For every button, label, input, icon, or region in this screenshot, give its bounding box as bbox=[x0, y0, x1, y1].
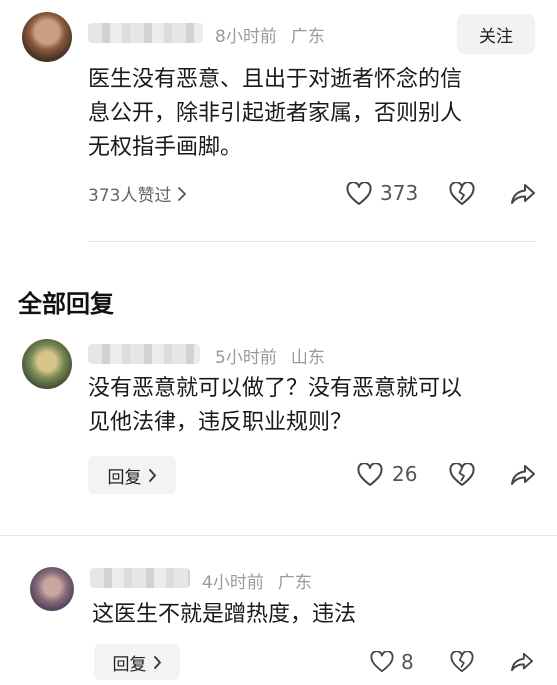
comment-line: 息公开，除非引起逝者家属，否则别人 bbox=[88, 101, 463, 126]
comment-line: 没有恶意就可以做了？没有恶意就可以 bbox=[88, 376, 463, 401]
reply-button[interactable]: 回复 bbox=[94, 644, 180, 680]
reply-label: 回复 bbox=[107, 467, 142, 488]
comment-text: 没有恶意就可以做了？没有恶意就可以 见他法律，违反职业规则？ bbox=[88, 372, 538, 440]
follow-label: 关注 bbox=[479, 26, 513, 47]
comment-text: 这医生不就是蹭热度，违法 bbox=[92, 598, 532, 632]
username-blurred[interactable] bbox=[88, 344, 200, 364]
comment-meta: 8小时前 广东 bbox=[215, 22, 325, 47]
likes-summary: 373人赞过 bbox=[88, 186, 172, 206]
comment-location: 广东 bbox=[277, 573, 312, 593]
heart-icon[interactable] bbox=[346, 182, 372, 206]
divider bbox=[88, 241, 535, 242]
chevron-right-icon bbox=[177, 186, 187, 201]
comment-meta: 5小时前 山东 bbox=[215, 343, 325, 368]
like-count: 373 bbox=[380, 181, 419, 205]
avatar[interactable] bbox=[30, 567, 74, 611]
comment-time: 8小时前 bbox=[215, 27, 277, 47]
heart-icon[interactable] bbox=[370, 651, 394, 673]
comment-line: 无权指手画脚。 bbox=[88, 135, 243, 160]
avatar[interactable] bbox=[22, 339, 72, 389]
replies-header: 全部回复 bbox=[18, 290, 114, 318]
like-count: 8 bbox=[401, 650, 414, 674]
comment-location: 广东 bbox=[290, 27, 325, 47]
username-blurred[interactable] bbox=[88, 23, 203, 43]
avatar[interactable] bbox=[22, 12, 72, 62]
like-count: 26 bbox=[392, 462, 418, 486]
broken-heart-icon[interactable] bbox=[449, 182, 475, 206]
broken-heart-icon[interactable] bbox=[450, 651, 474, 673]
chevron-right-icon bbox=[148, 468, 157, 482]
comment-time: 4小时前 bbox=[202, 573, 264, 593]
comment-line: 医生没有恶意、且出于对逝者怀念的信 bbox=[88, 67, 463, 92]
comment-line: 这医生不就是蹭热度，违法 bbox=[92, 602, 357, 627]
broken-heart-icon[interactable] bbox=[449, 463, 475, 487]
comment-meta: 4小时前 广东 bbox=[202, 568, 312, 593]
comment-line: 见他法律，违反职业规则？ bbox=[88, 410, 353, 435]
divider bbox=[0, 535, 557, 536]
share-icon[interactable] bbox=[510, 182, 536, 206]
share-icon[interactable] bbox=[510, 651, 534, 673]
chevron-right-icon bbox=[153, 655, 162, 669]
comment-time: 5小时前 bbox=[215, 348, 277, 368]
share-icon[interactable] bbox=[510, 463, 536, 487]
username-blurred[interactable] bbox=[90, 568, 190, 588]
follow-button[interactable]: 关注 bbox=[457, 14, 535, 54]
likes-summary-link[interactable]: 373人赞过 bbox=[88, 181, 187, 206]
reply-label: 回复 bbox=[112, 654, 147, 675]
comment-text: 医生没有恶意、且出于对逝者怀念的信 息公开，除非引起逝者家属，否则别人 无权指手… bbox=[88, 63, 538, 165]
comment-location: 山东 bbox=[290, 348, 325, 368]
reply-button[interactable]: 回复 bbox=[88, 456, 176, 494]
heart-icon[interactable] bbox=[357, 463, 383, 487]
